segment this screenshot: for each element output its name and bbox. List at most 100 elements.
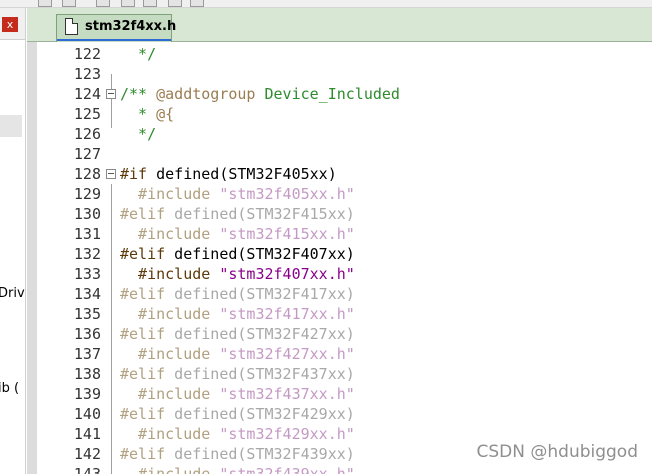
line-number: 132: [73, 245, 101, 263]
code-token: "stm32f437xx.h": [210, 385, 355, 403]
toolbar-button-2[interactable]: [62, 0, 76, 7]
code-text: #include "stm32f439xx.h": [120, 464, 355, 474]
line-number: 135: [73, 305, 101, 323]
tab-label: stm32f4xx.h: [85, 19, 177, 34]
code-line[interactable]: 131 #include "stm32f415xx.h": [27, 224, 652, 244]
line-number: 127: [73, 145, 101, 163]
code-line[interactable]: 140 #elif defined(STM32F429xx): [27, 404, 652, 424]
code-token: #elif: [120, 205, 166, 223]
code-text: */: [120, 124, 156, 144]
code-token: @{: [156, 105, 175, 123]
code-line[interactable]: 136 #elif defined(STM32F427xx): [27, 324, 652, 344]
code-token: #include: [120, 305, 211, 323]
code-text: #include "stm32f415xx.h": [120, 224, 355, 244]
code-text: * @{: [120, 104, 174, 124]
code-token: defined(STM32F439xx): [165, 445, 355, 463]
code-line[interactable]: 132 #elif defined(STM32F407xx): [27, 244, 652, 264]
line-number: 133: [73, 265, 101, 283]
code-token: defined(STM32F429xx): [165, 405, 355, 423]
code-token: defined(STM32F407xx): [165, 245, 355, 263]
code-token: #elif: [120, 365, 166, 383]
code-line[interactable]: 134 #elif defined(STM32F417xx): [27, 284, 652, 304]
project-panel: x Driv ib (: [0, 8, 26, 474]
code-token: "stm32f415xx.h": [210, 225, 355, 243]
project-panel-header: x: [0, 8, 25, 40]
file-icon: [65, 18, 78, 35]
line-number: 136: [73, 325, 101, 343]
code-token: defined(STM32F415xx): [165, 205, 355, 223]
code-line[interactable]: 123: [27, 64, 652, 84]
toolbar-button-5[interactable]: [143, 0, 157, 7]
line-number: 137: [73, 345, 101, 363]
code-token: #elif: [120, 245, 166, 263]
code-token: defined(STM32F427xx): [165, 325, 355, 343]
code-token: /**: [120, 85, 157, 103]
code-text: #include "stm32f437xx.h": [120, 384, 355, 404]
code-text: #elif defined(STM32F439xx): [120, 444, 355, 464]
toolbar-button-7[interactable]: [190, 0, 204, 7]
code-token: "stm32f427xx.h": [210, 345, 355, 363]
toolbar: [0, 0, 652, 8]
code-line[interactable]: 124 /** @addtogroup Device_Included: [27, 84, 652, 104]
line-number: 141: [73, 425, 101, 443]
code-line[interactable]: 137 #include "stm32f427xx.h": [27, 344, 652, 364]
code-line[interactable]: 126 */: [27, 124, 652, 144]
code-text: #include "stm32f405xx.h": [120, 184, 355, 204]
line-number: 139: [73, 385, 101, 403]
code-line[interactable]: 122 */: [27, 44, 652, 64]
code-text: /** @addtogroup Device_Included: [120, 84, 400, 104]
project-tree-item-label[interactable]: Driv: [0, 286, 25, 301]
line-number: 143: [73, 465, 101, 474]
line-number: 131: [73, 225, 101, 243]
code-text: #elif defined(STM32F437xx): [120, 364, 355, 384]
code-token: #include: [120, 385, 211, 403]
code-token: @addtogroup: [156, 85, 256, 103]
code-token: defined(STM32F437xx): [165, 365, 355, 383]
fold-toggle-icon[interactable]: [106, 89, 116, 99]
line-number: 122: [73, 45, 101, 63]
fold-toggle-icon[interactable]: [106, 169, 116, 179]
toolbar-button-1[interactable]: [38, 0, 52, 7]
toolbar-button-6[interactable]: [168, 0, 182, 7]
toolbar-button-3[interactable]: [96, 0, 110, 7]
code-line[interactable]: 135 #include "stm32f417xx.h": [27, 304, 652, 324]
toolbar-button-4[interactable]: [121, 0, 135, 7]
code-token: "stm32f405xx.h": [210, 185, 355, 203]
code-token: *: [120, 105, 157, 123]
code-text: #elif defined(STM32F427xx): [120, 324, 355, 344]
code-text: #include "stm32f429xx.h": [120, 424, 355, 444]
code-token: #include: [120, 185, 211, 203]
close-icon[interactable]: x: [2, 17, 18, 32]
code-text: #elif defined(STM32F407xx): [120, 244, 355, 264]
watermark: CSDN @hdubiggod: [476, 442, 639, 462]
line-number: 138: [73, 365, 101, 383]
code-token: #include: [120, 265, 211, 283]
code-token: #elif: [120, 405, 166, 423]
project-tree-selected-item[interactable]: [0, 115, 22, 137]
code-line[interactable]: 127: [27, 144, 652, 164]
code-text: */: [120, 44, 156, 64]
tab-stm32f4xx-h[interactable]: stm32f4xx.h: [56, 14, 176, 42]
code-token: #elif: [120, 445, 166, 463]
code-line[interactable]: 143 #include "stm32f439xx.h": [27, 464, 652, 474]
code-token: #elif: [120, 325, 166, 343]
code-line[interactable]: 139 #include "stm32f437xx.h": [27, 384, 652, 404]
code-line[interactable]: 130 #elif defined(STM32F415xx): [27, 204, 652, 224]
code-editor[interactable]: 122 */123 124/** @addtogroup Device_Inclu…: [27, 42, 652, 474]
code-token: defined(STM32F417xx): [165, 285, 355, 303]
code-line[interactable]: 138 #elif defined(STM32F437xx): [27, 364, 652, 384]
code-text: #include "stm32f407xx.h": [120, 264, 355, 284]
editor-tab-bar: stm32f4xx.h: [27, 8, 652, 42]
code-token: #include: [120, 425, 211, 443]
code-token: #elif: [120, 285, 166, 303]
code-line[interactable]: 133 #include "stm32f407xx.h": [27, 264, 652, 284]
project-tree-item-label[interactable]: ib (: [0, 381, 19, 396]
code-line[interactable]: 125 * @{: [27, 104, 652, 124]
code-text: #include "stm32f417xx.h": [120, 304, 355, 324]
line-number: 126: [73, 125, 101, 143]
code-token: "stm32f407xx.h": [210, 265, 355, 283]
code-token: Device_Included: [255, 85, 400, 103]
code-line[interactable]: 129 #include "stm32f405xx.h": [27, 184, 652, 204]
code-line[interactable]: 141 #include "stm32f429xx.h": [27, 424, 652, 444]
code-line[interactable]: 128 #if defined(STM32F405xx): [27, 164, 652, 184]
